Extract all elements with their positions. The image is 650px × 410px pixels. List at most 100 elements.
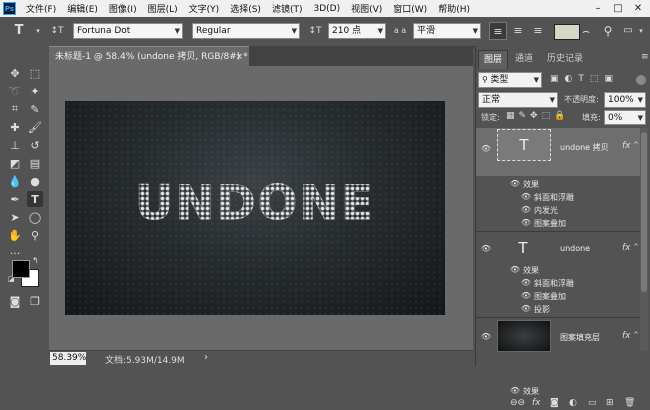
visibility-eye-icon[interactable]: 👁	[480, 332, 492, 342]
layer-filter-icons[interactable]: ▣◐T⬚▣	[550, 74, 619, 84]
screen-mode-icon[interactable]: ❐	[27, 293, 43, 309]
chevron-down-icon[interactable]: ▾	[636, 22, 646, 40]
shape-tool-icon[interactable]: ◯	[27, 209, 43, 225]
text-color-swatch[interactable]	[554, 24, 580, 40]
dodge-tool-icon[interactable]: ●	[27, 173, 43, 189]
type-tool-icon[interactable]: T	[27, 191, 43, 207]
chevron-up-icon[interactable]: ^	[633, 243, 639, 251]
lock-icons[interactable]: ▦✎✥⬚🔒	[506, 111, 569, 121]
eraser-tool-icon[interactable]: ◩	[7, 155, 23, 171]
link-layers-icon[interactable]: ⊖⊖	[510, 398, 525, 410]
move-tool-icon[interactable]: ✥	[7, 65, 23, 81]
font-size-select[interactable]: 210 点 ▼	[328, 23, 386, 39]
crop-tool-icon[interactable]: ⌗	[7, 101, 23, 117]
tab-channels[interactable]: 通道	[510, 50, 538, 68]
zoom-tool-icon[interactable]: ⚲	[27, 227, 43, 243]
layers-scrollbar[interactable]	[640, 128, 648, 351]
effect-item[interactable]: 斜面和浮雕	[534, 192, 574, 203]
magic-wand-tool-icon[interactable]: ✦	[27, 83, 43, 99]
swap-colors-icon[interactable]: ↰	[32, 256, 39, 265]
effect-item[interactable]: 投影	[534, 304, 550, 315]
visibility-eye-icon[interactable]: 👁	[480, 144, 492, 154]
hand-tool-icon[interactable]: ✋	[7, 227, 23, 243]
effect-item[interactable]: 内发光	[534, 205, 558, 216]
canvas[interactable]: UNDONE	[65, 101, 445, 315]
add-style-fx-icon[interactable]: fx	[532, 398, 541, 410]
menu-item[interactable]: 编辑(E)	[67, 2, 98, 15]
warp-text-icon[interactable]: ⌢	[580, 22, 592, 40]
visibility-eye-icon[interactable]: 👁	[520, 304, 532, 314]
status-menu-arrow-icon[interactable]: ›	[204, 352, 208, 363]
history-brush-tool-icon[interactable]: ↺	[27, 137, 43, 153]
menu-item[interactable]: 文字(Y)	[189, 2, 220, 15]
workspace-icon[interactable]: ▭	[620, 22, 636, 40]
layer-name[interactable]: undone 拷贝	[560, 142, 609, 153]
layer-row[interactable]: 👁 图案填充层 fx ^	[476, 318, 641, 356]
menu-item[interactable]: 图像(I)	[109, 2, 137, 15]
align-left-icon[interactable]: ≡	[489, 22, 507, 40]
foreground-color-swatch[interactable]	[12, 260, 30, 278]
panel-menu-icon[interactable]: ≡	[641, 52, 649, 62]
effect-item[interactable]: 斜面和浮雕	[534, 278, 574, 289]
canvas-text-undone[interactable]: UNDONE	[65, 176, 445, 232]
opacity-field[interactable]: 100% ▼	[604, 92, 646, 108]
marquee-tool-icon[interactable]: ⬚	[27, 65, 43, 81]
fx-icon[interactable]: fx	[622, 331, 631, 341]
visibility-eye-icon[interactable]: 👁	[509, 386, 521, 396]
visibility-eye-icon[interactable]: 👁	[520, 291, 532, 301]
chevron-up-icon[interactable]: ^	[633, 141, 639, 149]
fx-icon[interactable]: fx	[622, 141, 631, 151]
adjustment-layer-icon[interactable]: ◐	[569, 398, 577, 410]
visibility-eye-icon[interactable]: 👁	[520, 205, 532, 215]
font-family-select[interactable]: Fortuna Dot ▼	[73, 23, 183, 39]
layer-filter-select[interactable]: ⚲ 类型 ▼	[478, 72, 542, 88]
layer-name[interactable]: 图案填充层	[560, 332, 600, 343]
visibility-eye-icon[interactable]: 👁	[509, 265, 521, 275]
font-style-select[interactable]: Regular ▼	[192, 23, 300, 39]
menu-item[interactable]: 选择(S)	[230, 2, 261, 15]
filter-toggle[interactable]	[636, 75, 646, 85]
lasso-tool-icon[interactable]: ➰	[7, 83, 23, 99]
tab-history[interactable]: 历史记录	[542, 50, 588, 68]
menu-item[interactable]: 文件(F)	[26, 2, 56, 15]
maximize-button[interactable]: □	[608, 0, 628, 17]
scrollbar-thumb[interactable]	[641, 132, 647, 292]
visibility-eye-icon[interactable]: 👁	[509, 179, 521, 189]
eyedropper-tool-icon[interactable]: ✎	[27, 101, 43, 117]
effect-item[interactable]: 图案叠加	[534, 218, 566, 229]
stamp-tool-icon[interactable]: ⊥	[7, 137, 23, 153]
menu-item[interactable]: 帮助(H)	[438, 2, 470, 15]
layer-row[interactable]: 👁 T undone fx ^	[476, 232, 641, 264]
path-selection-tool-icon[interactable]: ➤	[7, 209, 23, 225]
fill-field[interactable]: 0% ▼	[604, 110, 646, 125]
layer-name[interactable]: undone	[560, 244, 590, 253]
search-icon[interactable]: ⚲	[600, 22, 616, 40]
more-tools-icon[interactable]: ···	[7, 245, 23, 261]
effect-item[interactable]: 图案叠加	[534, 291, 566, 302]
zoom-level-field[interactable]: 58.39%	[50, 352, 86, 365]
menu-item[interactable]: 3D(D)	[313, 4, 340, 14]
visibility-eye-icon[interactable]: 👁	[480, 244, 492, 254]
antialias-select[interactable]: 平滑 ▼	[413, 23, 481, 39]
align-right-icon[interactable]: ≡	[529, 22, 547, 40]
visibility-eye-icon[interactable]: 👁	[520, 278, 532, 288]
align-center-icon[interactable]: ≡	[509, 22, 527, 40]
new-group-icon[interactable]: ▭	[588, 398, 597, 410]
tab-layers[interactable]: 图层	[478, 50, 509, 69]
menu-item[interactable]: 滤镜(T)	[272, 2, 303, 15]
blend-mode-select[interactable]: 正常 ▼	[478, 92, 558, 108]
type-tool-preset-button[interactable]: T	[8, 22, 30, 40]
add-mask-icon[interactable]: ◙	[550, 398, 559, 410]
chevron-up-icon[interactable]: ^	[633, 331, 639, 339]
menu-item[interactable]: 窗口(W)	[393, 2, 427, 15]
healing-brush-tool-icon[interactable]: ✚	[7, 119, 23, 135]
visibility-eye-icon[interactable]: 👁	[520, 192, 532, 202]
pen-tool-icon[interactable]: ✒	[7, 191, 23, 207]
text-orientation-icon[interactable]: ↕T	[48, 22, 66, 40]
visibility-eye-icon[interactable]: 👁	[520, 218, 532, 228]
chevron-down-icon[interactable]: ▾	[34, 22, 42, 40]
menu-item[interactable]: 图层(L)	[148, 2, 178, 15]
close-button[interactable]: ✕	[628, 0, 648, 17]
quick-mask-icon[interactable]: ◙	[7, 293, 23, 309]
close-tab-icon[interactable]: ×	[235, 47, 243, 67]
